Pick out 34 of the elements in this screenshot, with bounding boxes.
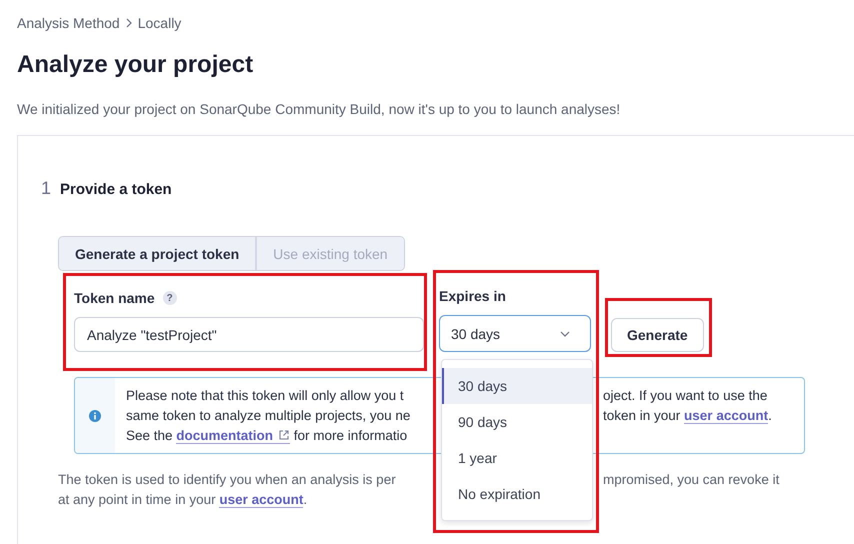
page-title: Analyze your project [17,51,254,79]
body-text: same token to analyze multiple projects, you ne [126,408,410,423]
step-number: 1 [41,178,52,199]
dropdown-option[interactable]: 1 year [442,440,592,476]
step-title: Provide a token [60,181,172,198]
field-label: Token name [74,290,155,306]
dropdown-option[interactable]: 30 days [442,368,592,404]
body-text: oject. If you want to use the [603,388,768,403]
body-text: token in your [603,408,682,423]
help-icon[interactable]: ? [162,291,177,305]
expires-select[interactable]: 30 days [439,315,591,352]
breadcrumb-link[interactable]: Analysis Method [17,15,120,31]
body-text: Please note that this token will only allow you t [126,388,404,403]
generate-button[interactable]: Generate [611,318,704,352]
documentation-link[interactable]: documentation [176,428,290,444]
chevron-right-icon [124,18,133,28]
body-text: . [768,408,772,423]
external-link-icon [278,429,290,441]
page-description: We initialized your project on SonarQube Community Build, now it's up to you to launch analyses! [17,101,622,117]
body-text: at any point in time in your [58,492,217,507]
body-text: See the [126,428,174,443]
chevron-down-icon [560,330,570,336]
field-label: Expires in [439,288,506,304]
dropdown-option[interactable]: 90 days [442,404,592,440]
link[interactable]: user account [219,492,304,508]
dropdown-option[interactable]: No expiration [442,476,592,512]
breadcrumb-link[interactable]: Locally [138,15,182,31]
body-text: The token is used to identify you when an analysis is per [58,472,396,487]
body-text: mpromised, you can revoke it [603,472,780,487]
body-text: . [303,492,308,507]
body-text: for more informatio [292,428,408,443]
link[interactable]: user account [684,408,768,424]
info-icon [89,410,101,422]
token-name-field[interactable]: Analyze "testProject" [74,317,424,352]
